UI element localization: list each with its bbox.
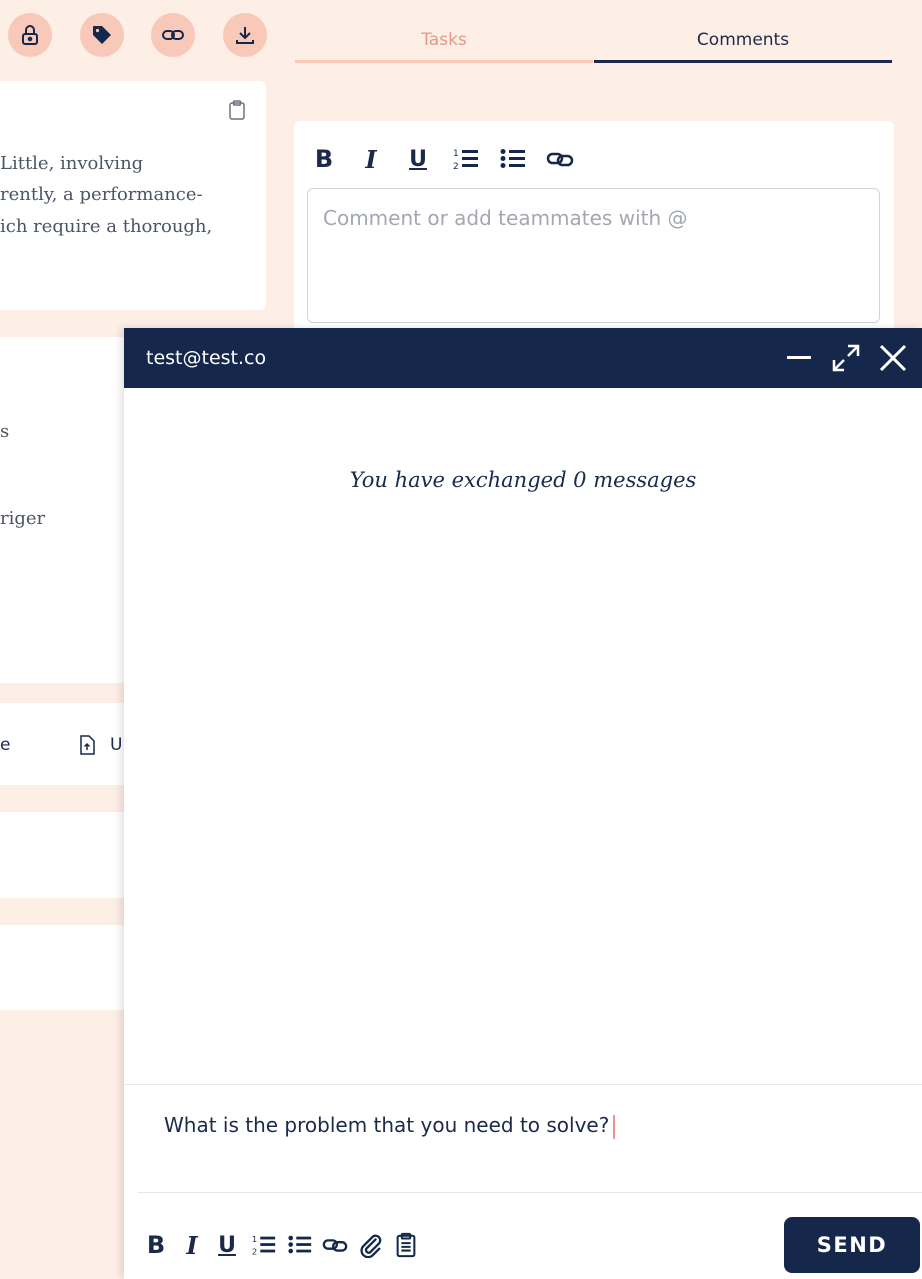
attachment-label[interactable]: e [0,735,10,755]
chat-message-input[interactable]: What is the problem that you need to sol… [164,1113,616,1139]
chat-title: test@test.co [146,347,267,369]
comment-input[interactable]: Comment or add teammates with @ [307,188,880,323]
chat-window: test@test.co You have exchanged 0 messag… [124,328,922,1279]
download-button[interactable] [223,13,267,57]
clipboard-icon[interactable] [392,1231,420,1259]
link-button[interactable] [151,13,195,57]
underline-icon[interactable]: U [213,1231,241,1259]
paperclip-icon[interactable] [356,1231,384,1259]
details-card: s riger [0,337,130,683]
download-icon [236,27,254,44]
upload-icon[interactable] [78,735,96,755]
description-line: rently, a performance- [0,184,203,205]
comment-editor: B I U 12 Comment or add teammates with @ [294,121,894,351]
lock-button[interactable] [8,13,52,57]
bold-icon[interactable]: B [142,1231,170,1259]
bullet-list-icon[interactable] [286,1231,314,1259]
details-text: riger [0,508,46,529]
tag-button[interactable] [80,13,124,57]
link-icon[interactable] [321,1231,349,1259]
tab-comments[interactable]: Comments [594,30,892,63]
svg-text:2: 2 [252,1246,257,1256]
svg-text:2: 2 [453,162,459,172]
chat-message-text: What is the problem that you need to sol… [164,1113,610,1137]
description-card: Little, involving rently, a performance-… [0,81,266,310]
underline-icon[interactable]: U [404,145,432,173]
send-button[interactable]: SEND [784,1217,920,1273]
details-text: s [0,421,10,442]
close-icon[interactable] [877,342,909,374]
message-count: You have exchanged 0 messages [349,468,697,492]
tab-tasks[interactable]: Tasks [295,30,593,63]
tag-icon [93,26,111,44]
description-line: ich require a thorough, [0,216,213,237]
upload-label[interactable]: U [110,735,122,755]
italic-icon[interactable]: I [178,1231,206,1260]
attachments-card: e U [0,703,130,785]
text-caret [613,1114,616,1139]
italic-icon[interactable]: I [357,145,385,174]
clipboard-icon[interactable] [228,100,246,120]
bullet-list-icon[interactable] [499,145,527,173]
description-line: Little, involving [0,153,144,174]
link-icon[interactable] [546,145,574,173]
minimize-icon[interactable] [783,342,815,374]
divider [124,1084,922,1085]
section-card [0,812,130,898]
section-card [0,925,130,1010]
chat-header: test@test.co [124,328,922,388]
ordered-list-icon[interactable]: 12 [452,145,480,173]
ordered-list-icon[interactable]: 12 [250,1231,278,1259]
bold-icon[interactable]: B [310,145,338,173]
comment-placeholder: Comment or add teammates with @ [323,206,688,230]
divider [138,1192,922,1193]
svg-text:1: 1 [252,1234,257,1244]
expand-icon[interactable] [830,342,862,374]
svg-text:1: 1 [453,149,459,159]
lock-icon [22,25,38,45]
link-icon [162,30,184,40]
